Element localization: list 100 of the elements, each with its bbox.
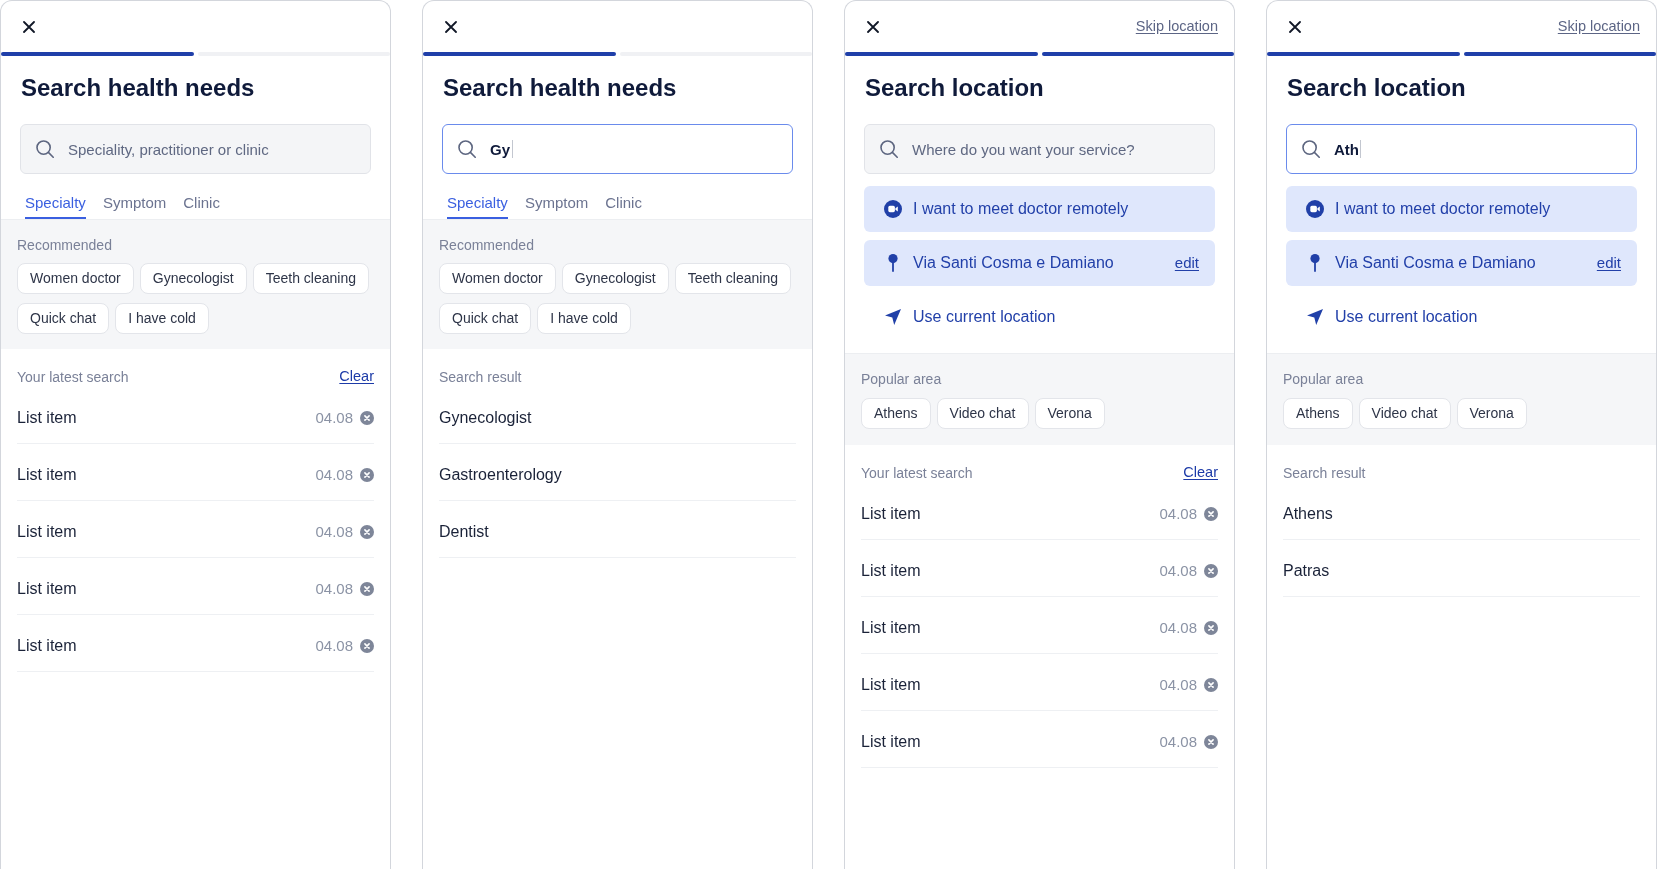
suggestion-chip[interactable]: Verona xyxy=(1034,398,1105,429)
page-title: Search location xyxy=(1286,73,1467,103)
option-label: Use current location xyxy=(1335,307,1479,327)
text-cursor-icon xyxy=(512,140,513,158)
item-label: List item xyxy=(17,408,78,428)
recent-search-item[interactable]: List item 04.08 xyxy=(861,483,1218,540)
search-result-item[interactable]: Dentist xyxy=(439,501,796,558)
item-label: List item xyxy=(861,504,922,524)
address-option[interactable]: Via Santi Cosma e Damiano edit xyxy=(1286,240,1637,286)
recent-search-item[interactable]: List item 04.08 xyxy=(17,387,374,444)
search-icon xyxy=(458,140,476,158)
recent-search-item[interactable]: List item 04.08 xyxy=(861,711,1218,768)
remove-icon[interactable] xyxy=(360,639,374,653)
recent-search-item[interactable]: List item 04.08 xyxy=(17,444,374,501)
item-date: 04.08 xyxy=(315,464,353,485)
remove-icon[interactable] xyxy=(1204,678,1218,692)
item-label: List item xyxy=(861,732,922,752)
suggestion-chip[interactable]: Teeth cleaning xyxy=(252,263,369,294)
section-heading: Your latest search xyxy=(861,464,973,483)
close-button[interactable] xyxy=(22,19,36,34)
item-label: List item xyxy=(861,618,922,638)
search-field[interactable]: Speciality, practitioner or clinic xyxy=(20,124,371,174)
section-heading: Search result xyxy=(439,368,522,387)
address-option[interactable]: Via Santi Cosma e Damiano edit xyxy=(864,240,1215,286)
section-heading: Popular area xyxy=(861,370,943,389)
remove-icon[interactable] xyxy=(1204,507,1218,521)
item-label: List item xyxy=(17,579,78,599)
section-heading: Search result xyxy=(1283,464,1366,483)
suggestion-chip[interactable]: I have cold xyxy=(115,303,209,334)
current-location-option[interactable]: Use current location xyxy=(1286,294,1637,340)
suggestion-chip[interactable]: Gynecologist xyxy=(561,263,669,294)
text-cursor-icon xyxy=(1360,140,1361,158)
video-camera-icon xyxy=(1306,200,1324,218)
remove-icon[interactable] xyxy=(360,582,374,596)
close-button[interactable] xyxy=(444,19,458,34)
recent-search-item[interactable]: List item 04.08 xyxy=(861,597,1218,654)
edit-link[interactable]: edit xyxy=(1174,251,1199,275)
suggestion-chip[interactable]: Women doctor xyxy=(439,263,556,294)
section-heading: Your latest search xyxy=(17,368,129,387)
suggestion-chip[interactable]: Video chat xyxy=(1358,398,1451,429)
search-result-item[interactable]: Patras xyxy=(1283,540,1640,597)
page-title: Search health needs xyxy=(442,73,678,103)
recent-search-item[interactable]: List item 04.08 xyxy=(17,558,374,615)
suggestion-chip[interactable]: I have cold xyxy=(537,303,631,334)
suggestion-chip[interactable]: Athens xyxy=(861,398,931,429)
tab[interactable]: Clinic xyxy=(605,188,642,219)
item-date: 04.08 xyxy=(1159,560,1197,581)
remove-icon[interactable] xyxy=(360,525,374,539)
clear-link[interactable]: Clear xyxy=(339,366,374,388)
item-date: 04.08 xyxy=(315,407,353,428)
current-location-option[interactable]: Use current location xyxy=(864,294,1215,340)
search-result-item[interactable]: Gynecologist xyxy=(439,387,796,444)
section-heading: Recommended xyxy=(17,236,113,255)
suggestion-chip[interactable]: Quick chat xyxy=(17,303,110,334)
recent-search-item[interactable]: List item 04.08 xyxy=(17,615,374,672)
suggestion-chip[interactable]: Women doctor xyxy=(17,263,134,294)
tab[interactable]: Clinic xyxy=(183,188,220,219)
search-field[interactable]: Ath xyxy=(1286,124,1637,174)
suggestion-chip[interactable]: Gynecologist xyxy=(139,263,247,294)
suggestion-chip[interactable]: Teeth cleaning xyxy=(674,263,791,294)
search-field[interactable]: Where do you want your service? xyxy=(864,124,1215,174)
suggestion-chip[interactable]: Athens xyxy=(1283,398,1353,429)
clear-link[interactable]: Clear xyxy=(1183,462,1218,484)
close-icon xyxy=(445,20,457,33)
recent-search-item[interactable]: List item 04.08 xyxy=(17,501,374,558)
remote-option[interactable]: I want to meet doctor remotely xyxy=(864,186,1215,232)
tab[interactable]: Symptom xyxy=(102,188,167,219)
item-date: 04.08 xyxy=(1159,503,1197,524)
option-label: Via Santi Cosma e Damiano xyxy=(1335,253,1537,273)
item-date: 04.08 xyxy=(315,635,353,656)
remote-option[interactable]: I want to meet doctor remotely xyxy=(1286,186,1637,232)
remove-icon[interactable] xyxy=(360,468,374,482)
tab[interactable]: Symptom xyxy=(524,188,589,219)
remove-icon[interactable] xyxy=(360,411,374,425)
close-button[interactable] xyxy=(1288,19,1302,34)
close-button[interactable] xyxy=(866,19,880,34)
search-result-item[interactable]: Gastroenterology xyxy=(439,444,796,501)
section-heading: Recommended xyxy=(439,236,535,255)
section-heading: Popular area xyxy=(1283,370,1365,389)
item-date: 04.08 xyxy=(315,521,353,542)
suggestion-chip[interactable]: Verona xyxy=(1456,398,1527,429)
close-icon xyxy=(23,20,35,33)
item-label: List item xyxy=(861,675,922,695)
edit-link[interactable]: edit xyxy=(1596,251,1621,275)
search-result-item[interactable]: Athens xyxy=(1283,483,1640,540)
recent-search-item[interactable]: List item 04.08 xyxy=(861,540,1218,597)
close-icon xyxy=(867,20,879,33)
suggestion-chip[interactable]: Quick chat xyxy=(439,303,532,334)
remove-icon[interactable] xyxy=(1204,621,1218,635)
suggestion-chip[interactable]: Video chat xyxy=(936,398,1029,429)
recent-search-item[interactable]: List item 04.08 xyxy=(861,654,1218,711)
map-pin-icon xyxy=(1310,254,1320,272)
search-icon xyxy=(1302,140,1320,158)
item-date: 04.08 xyxy=(1159,731,1197,752)
skip-location-link[interactable]: Skip location xyxy=(1557,15,1640,38)
skip-location-link[interactable]: Skip location xyxy=(1135,15,1218,38)
remove-icon[interactable] xyxy=(1204,735,1218,749)
search-field[interactable]: Gy xyxy=(442,124,793,174)
remove-icon[interactable] xyxy=(1204,564,1218,578)
option-label: Via Santi Cosma e Damiano xyxy=(913,253,1115,273)
